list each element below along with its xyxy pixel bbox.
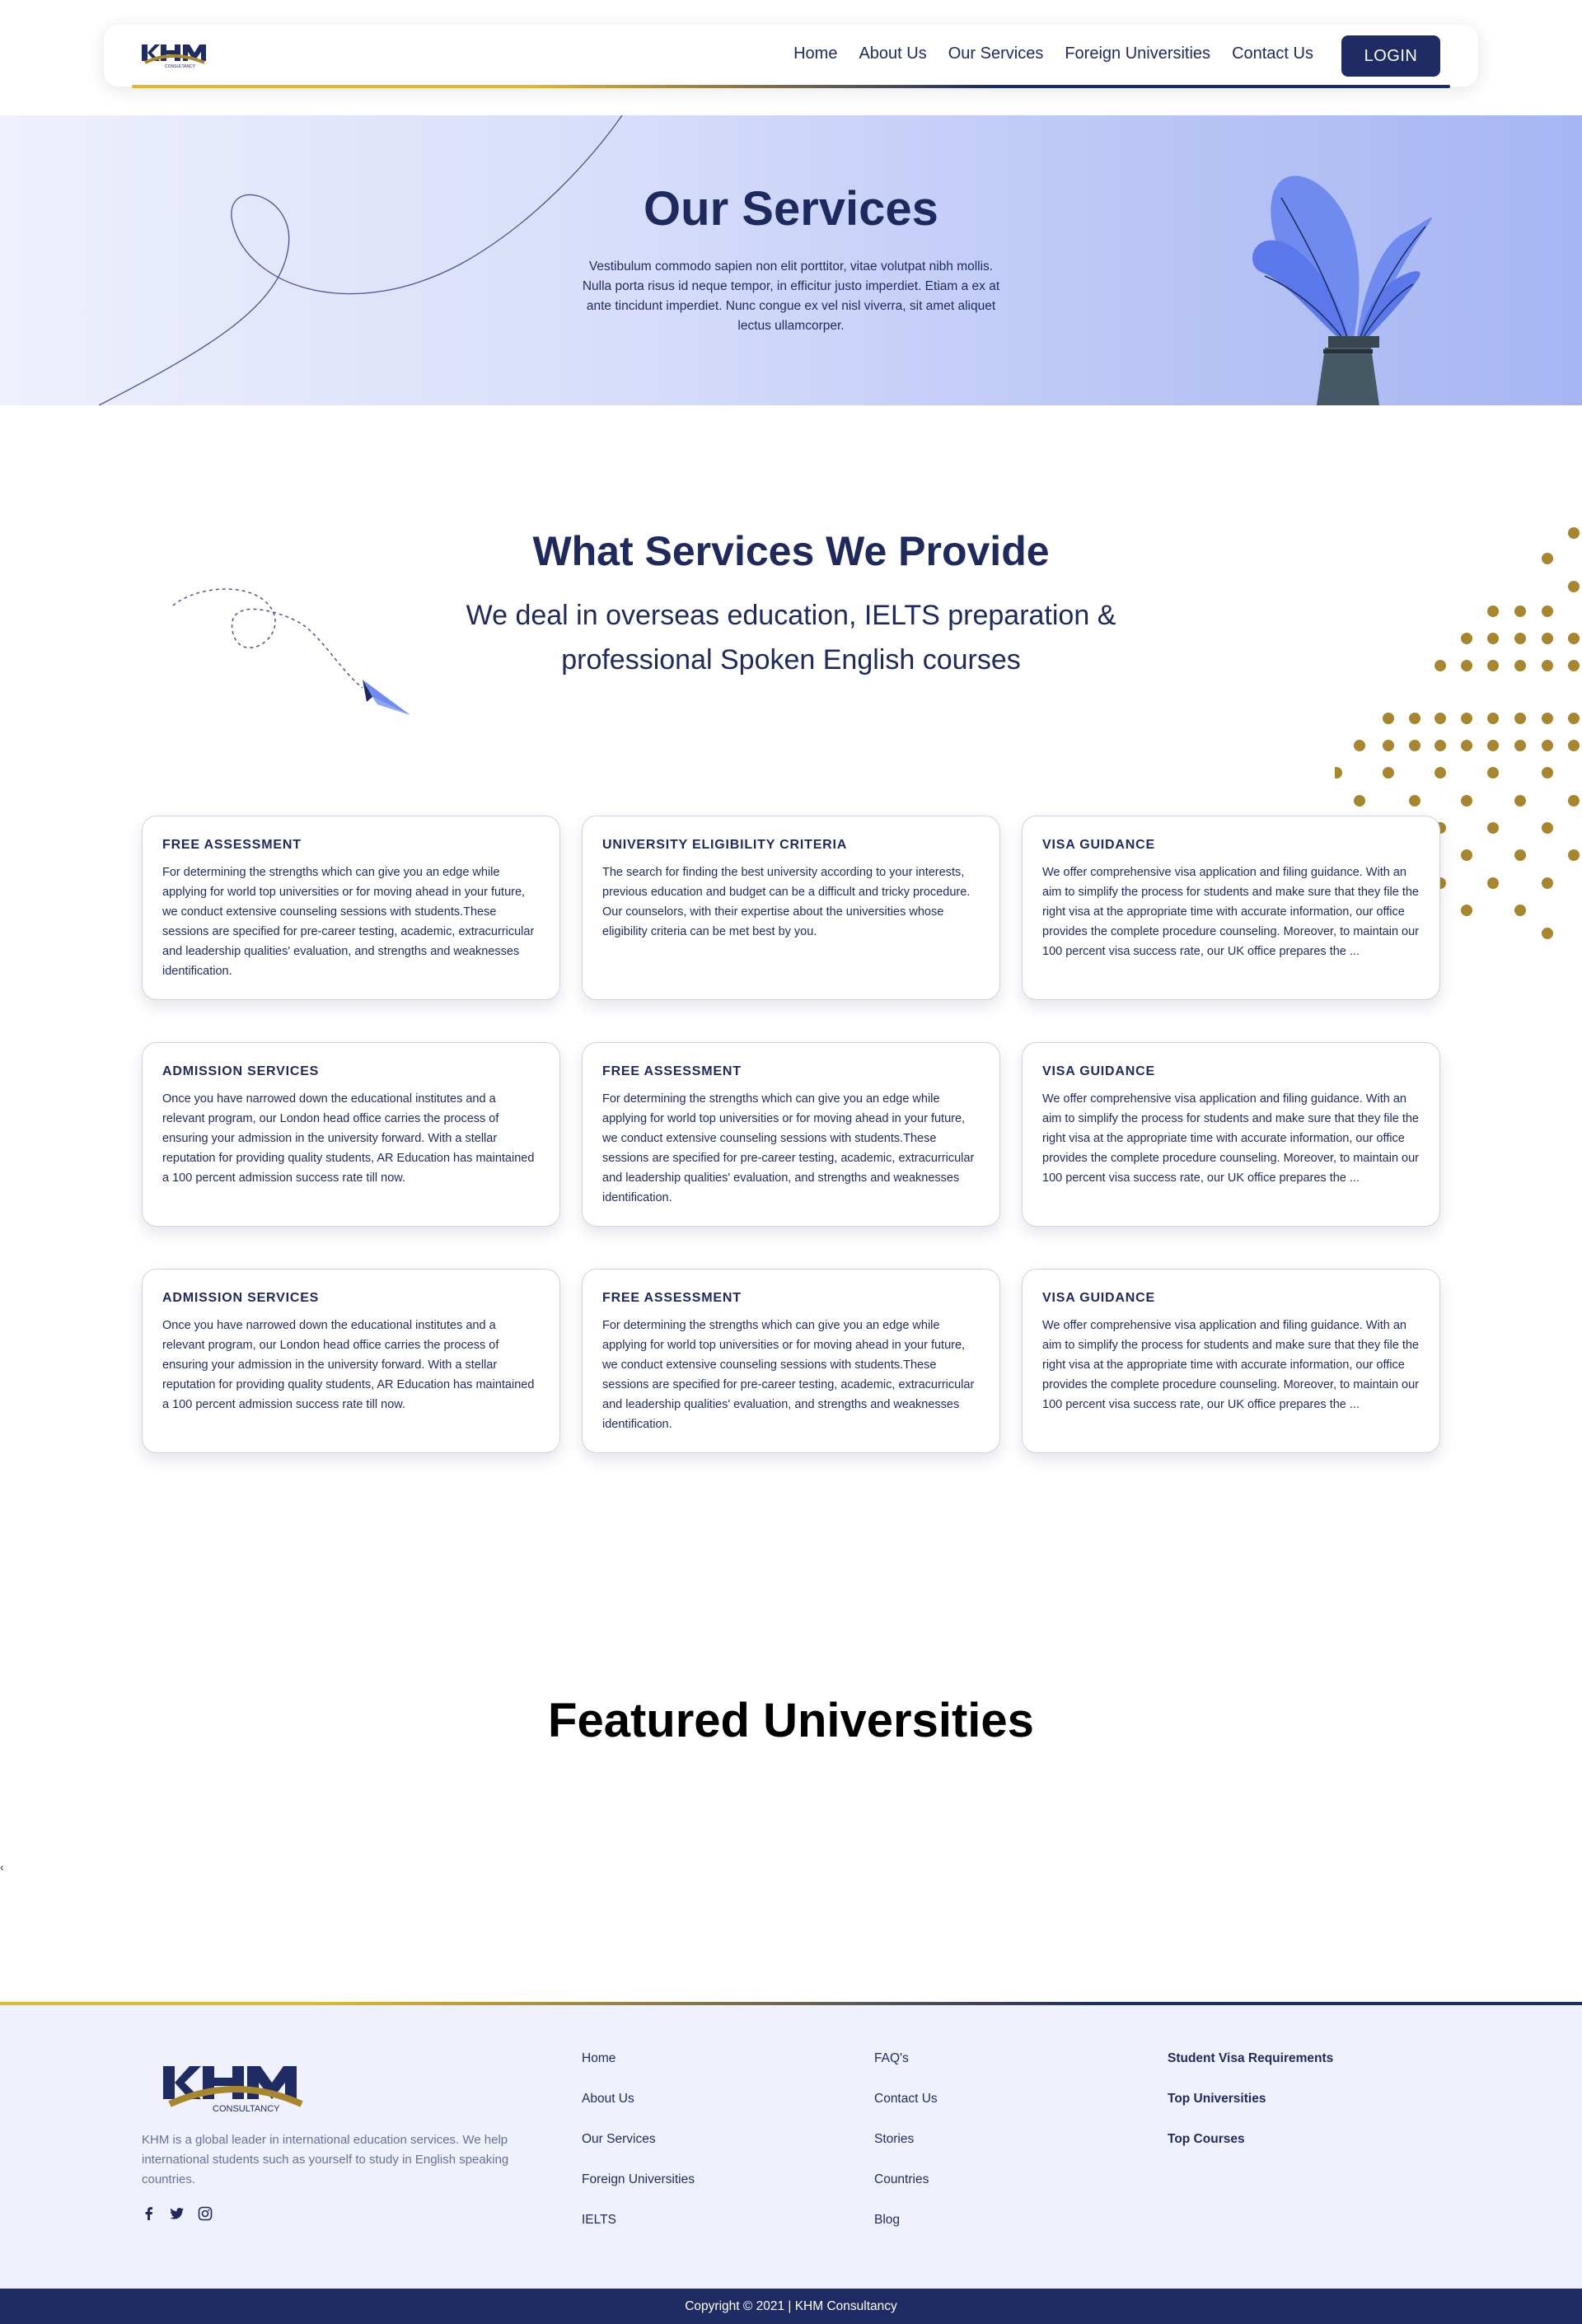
footer-link-blog[interactable]: Blog [874, 2213, 938, 2229]
copyright-bar: Copyright © 2021 | KHM Consultancy [0, 2289, 1582, 2324]
service-card[interactable]: VISA GUIDANCE We offer comprehensive vis… [1022, 1269, 1440, 1453]
footer-link-our-services[interactable]: Our Services [582, 2132, 695, 2149]
footer-link-home[interactable]: Home [582, 2051, 695, 2068]
footer-logo[interactable]: CONSULTANCY [161, 2064, 335, 2114]
footer-link-top-universities[interactable]: Top Universities [1168, 2092, 1333, 2108]
featured-universities-title: Featured Universities [548, 1694, 1034, 1747]
services-subtitle: We deal in overseas education, IELTS pre… [466, 600, 1116, 676]
footer-link-about-us[interactable]: About Us [582, 2092, 695, 2108]
card-title: ADMISSION SERVICES [162, 1291, 320, 1305]
card-title: VISA GUIDANCE [1042, 1064, 1155, 1078]
footer-description: KHM is a global leader in international … [142, 2133, 509, 2186]
paper-plane-icon [172, 588, 410, 715]
navbar: CONSULTANCY Home About Us Our Services F… [104, 25, 1478, 88]
service-card[interactable]: FREE ASSESSMENT For determining the stre… [142, 816, 560, 1000]
nav-underline [132, 85, 1450, 88]
service-card[interactable]: VISA GUIDANCE We offer comprehensive vis… [1022, 816, 1440, 1000]
card-body: For determining the strengths which can … [602, 1319, 975, 1431]
card-body: We offer comprehensive visa application … [1042, 866, 1420, 958]
svg-text:CONSULTANCY: CONSULTANCY [165, 64, 196, 69]
social-links [142, 2206, 213, 2221]
flight-path-line [98, 115, 623, 405]
footer-link-faqs[interactable]: FAQ's [874, 2051, 938, 2068]
service-card[interactable]: ADMISSION SERVICES Once you have narrowe… [142, 1269, 560, 1453]
nav-about-us[interactable]: About Us [859, 44, 926, 63]
card-body: We offer comprehensive visa application … [1042, 1319, 1420, 1411]
footer-col-2: FAQ's Contact Us Stories Countries Blog [874, 2051, 938, 2229]
footer-link-contact-us[interactable]: Contact Us [874, 2092, 938, 2108]
card-title: VISA GUIDANCE [1042, 838, 1155, 852]
carousel-prev-arrow[interactable]: ‹ [0, 1860, 4, 1873]
card-title: UNIVERSITY ELIGIBILITY CRITERIA [602, 838, 848, 852]
card-body: For determining the strengths which can … [162, 866, 535, 978]
service-card[interactable]: FREE ASSESSMENT For determining the stre… [582, 1042, 1000, 1227]
card-title: ADMISSION SERVICES [162, 1064, 320, 1078]
footer-col-1: Home About Us Our Services Foreign Unive… [582, 2051, 695, 2229]
nav-foreign-universities[interactable]: Foreign Universities [1065, 44, 1210, 63]
card-body: Once you have narrowed down the educatio… [162, 1092, 535, 1185]
footer: CONSULTANCY KHM is a global leader in in… [0, 2002, 1582, 2289]
footer-link-top-courses[interactable]: Top Courses [1168, 2132, 1333, 2149]
footer-link-student-visa-requirements[interactable]: Student Visa Requirements [1168, 2051, 1333, 2068]
service-card[interactable]: VISA GUIDANCE We offer comprehensive vis… [1022, 1042, 1440, 1227]
instagram-icon[interactable] [198, 2206, 213, 2221]
footer-divider [0, 2002, 1582, 2005]
footer-link-foreign-universities[interactable]: Foreign Universities [582, 2172, 695, 2189]
service-card[interactable]: UNIVERSITY ELIGIBILITY CRITERIA The sear… [582, 816, 1000, 1000]
hero-description: Vestibulum commodo sapien non elit portt… [582, 260, 1000, 333]
footer-link-countries[interactable]: Countries [874, 2172, 938, 2189]
nav-home[interactable]: Home [793, 44, 837, 63]
facebook-icon[interactable] [142, 2206, 157, 2221]
card-body: We offer comprehensive visa application … [1042, 1092, 1420, 1185]
footer-logo-subtext: CONSULTANCY [213, 2104, 280, 2114]
card-title: FREE ASSESSMENT [602, 1291, 742, 1305]
twitter-icon[interactable] [170, 2206, 185, 2221]
footer-link-stories[interactable]: Stories [874, 2132, 938, 2149]
service-card[interactable]: FREE ASSESSMENT For determining the stre… [582, 1269, 1000, 1453]
khm-logo[interactable]: CONSULTANCY [140, 41, 222, 69]
card-title: FREE ASSESSMENT [162, 838, 302, 852]
card-title: FREE ASSESSMENT [602, 1064, 742, 1078]
hero-banner: Our Services Vestibulum commodo sapien n… [0, 115, 1582, 405]
card-body: The search for finding the best universi… [602, 866, 971, 938]
hero-title: Our Services [644, 182, 938, 236]
card-body: Once you have narrowed down the educatio… [162, 1319, 535, 1411]
card-body: For determining the strengths which can … [602, 1092, 975, 1204]
service-card[interactable]: ADMISSION SERVICES Once you have narrowe… [142, 1042, 560, 1227]
footer-col-3: Student Visa Requirements Top Universiti… [1168, 2051, 1333, 2149]
nav-contact-us[interactable]: Contact Us [1232, 44, 1313, 63]
login-button[interactable]: LOGIN [1341, 35, 1440, 77]
card-title: VISA GUIDANCE [1042, 1291, 1155, 1305]
nav-links: Home About Us Our Services Foreign Unive… [793, 44, 1313, 63]
nav-our-services[interactable]: Our Services [948, 44, 1044, 63]
footer-link-ielts[interactable]: IELTS [582, 2213, 695, 2229]
